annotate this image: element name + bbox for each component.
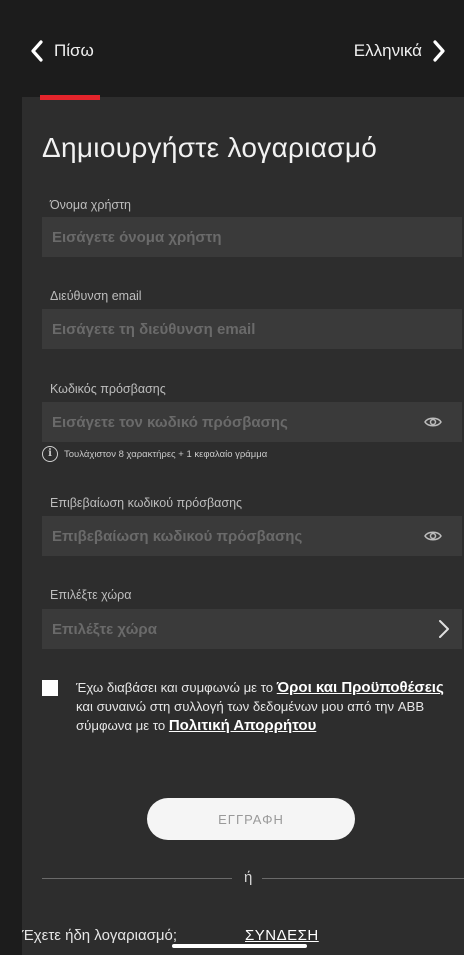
username-label: Όνομα χρήστη xyxy=(50,198,132,212)
back-button[interactable]: Πίσω xyxy=(30,40,94,62)
privacy-policy-link[interactable]: Πολιτική Απορρήτου xyxy=(169,717,316,734)
terms-text: Έχω διαβάσει και συμφωνώ με το Όροι και … xyxy=(76,678,460,735)
back-label: Πίσω xyxy=(54,41,94,60)
password-hint-text: Τουλάχιστον 8 χαρακτήρες + 1 κεφαλαίο γρ… xyxy=(64,448,268,460)
chevron-left-icon xyxy=(31,40,43,62)
email-input[interactable] xyxy=(52,320,462,338)
password-field-wrap xyxy=(42,402,462,442)
home-indicator xyxy=(172,944,307,948)
divider-right xyxy=(262,878,464,879)
language-selector[interactable]: Ελληνικά xyxy=(354,40,446,62)
country-input[interactable] xyxy=(52,620,462,638)
password-input[interactable] xyxy=(52,413,462,431)
confirm-password-input[interactable] xyxy=(52,527,462,545)
or-separator: ή xyxy=(244,869,253,886)
divider-left xyxy=(42,878,232,879)
email-field-wrap xyxy=(42,309,462,349)
top-bar: Πίσω Ελληνικά xyxy=(0,0,464,100)
confirm-password-field-wrap xyxy=(42,516,462,556)
page-title: Δημιουργήστε λογαριασμό xyxy=(42,132,378,163)
eye-icon[interactable] xyxy=(424,528,442,544)
language-label: Ελληνικά xyxy=(353,41,422,60)
confirm-password-label: Επιβεβαίωση κωδικού πρόσβασης xyxy=(50,496,243,510)
password-label: Κωδικός πρόσβασης xyxy=(50,382,166,396)
username-field-wrap xyxy=(42,217,462,257)
eye-icon[interactable] xyxy=(424,414,442,430)
username-input[interactable] xyxy=(52,228,462,246)
chevron-right-icon xyxy=(439,620,449,638)
info-icon: i xyxy=(42,446,58,462)
chevron-right-icon xyxy=(433,40,445,62)
email-label: Διεύθυνση email xyxy=(50,289,142,303)
password-hint: i Τουλάχιστον 8 χαρακτήρες + 1 κεφαλαίο … xyxy=(42,446,267,462)
terms-checkbox[interactable] xyxy=(42,680,58,696)
country-select[interactable] xyxy=(42,609,462,649)
register-button[interactable]: ΕΓΓΡΑΦΗ xyxy=(147,798,355,840)
terms-link[interactable]: Όροι και Προϋποθέσεις xyxy=(277,679,444,696)
login-link[interactable]: ΣΥΝΔΕΣΗ xyxy=(245,927,319,944)
terms-text-part-1: Έχω διαβάσει και συμφωνώ με το xyxy=(76,680,277,695)
accent-bar xyxy=(40,95,100,100)
country-label: Επιλέξτε χώρα xyxy=(50,588,132,602)
have-account-label: Έχετε ήδη λογαριασμό; xyxy=(22,927,178,944)
